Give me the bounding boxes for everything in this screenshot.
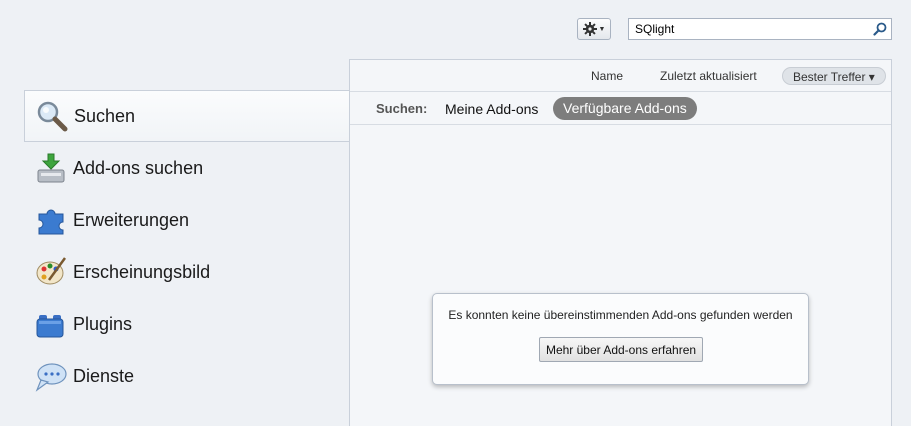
category-search[interactable]: Suchen <box>24 90 350 142</box>
sort-by-name[interactable]: Name <box>591 69 623 83</box>
filter-label: Suchen: <box>376 101 428 116</box>
speech-bubble-icon <box>34 359 68 393</box>
puzzle-icon <box>34 203 68 237</box>
results-panel: Name Zuletzt aktualisiert Bester Treffer… <box>349 59 892 426</box>
sort-bar: Name Zuletzt aktualisiert Bester Treffer… <box>350 60 891 92</box>
no-results-notice: Es konnten keine übereinstimmenden Add-o… <box>432 293 809 385</box>
category-services[interactable]: Dienste <box>24 350 350 402</box>
category-extensions[interactable]: Erweiterungen <box>24 194 350 246</box>
download-icon <box>34 151 68 185</box>
filter-available-addons[interactable]: Verfügbare Add-ons <box>553 97 697 120</box>
tools-menu-button[interactable]: ▼ <box>577 18 611 40</box>
category-appearance[interactable]: Erscheinungsbild <box>24 246 350 298</box>
chevron-down-icon: ▼ <box>598 25 606 33</box>
category-label: Erweiterungen <box>73 209 190 230</box>
category-label: Suchen <box>74 105 136 126</box>
sort-by-last-updated[interactable]: Zuletzt aktualisiert <box>660 69 757 83</box>
category-plugins[interactable]: Plugins <box>24 298 350 350</box>
category-label: Plugins <box>73 313 133 334</box>
category-label: Add-ons suchen <box>73 157 204 178</box>
search-icon[interactable] <box>873 22 887 36</box>
search-input[interactable] <box>629 19 865 39</box>
search-field[interactable] <box>628 18 892 40</box>
category-label: Dienste <box>73 365 135 386</box>
sort-by-best-match[interactable]: Bester Treffer ▾ <box>782 67 886 85</box>
category-get-addons[interactable]: Add-ons suchen <box>24 142 350 194</box>
no-results-message: Es konnten keine übereinstimmenden Add-o… <box>448 308 793 322</box>
plugin-block-icon <box>34 307 68 341</box>
palette-icon <box>34 255 68 289</box>
gear-icon <box>582 22 597 36</box>
learn-more-button[interactable]: Mehr über Add-ons erfahren <box>539 337 703 362</box>
search-filter-bar: Suchen: Meine Add-ons Verfügbare Add-ons <box>350 92 891 125</box>
category-list: Suchen Add-ons suchen Erweiterungen Ersc… <box>24 90 350 426</box>
category-label: Erscheinungsbild <box>73 261 211 282</box>
addons-manager: ▼ Suchen <box>0 0 911 426</box>
filter-my-addons[interactable]: Meine Add-ons <box>445 101 538 117</box>
magnifier-icon <box>35 99 69 133</box>
